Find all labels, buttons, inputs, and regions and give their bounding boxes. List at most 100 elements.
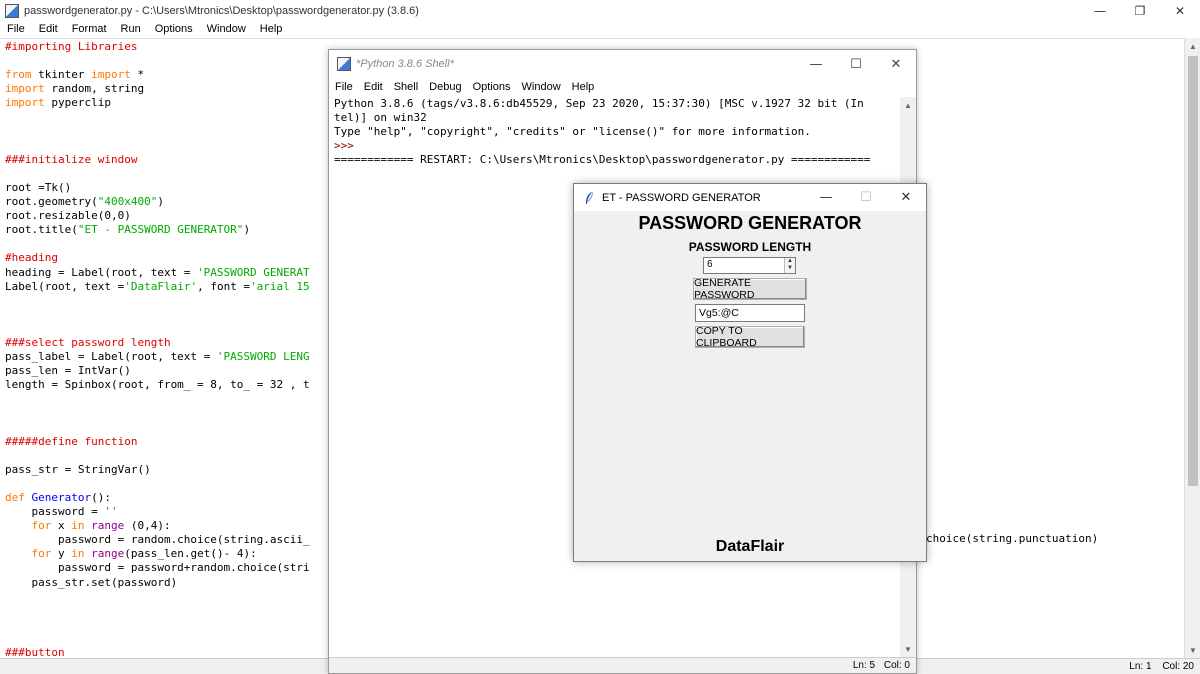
code-token: y (51, 547, 72, 561)
code-line: from tkinter import * (5, 68, 310, 82)
shell-menu-help[interactable]: Help (566, 81, 600, 93)
shell-maximize-button[interactable]: ☐ (836, 50, 876, 78)
shell-menu-shell[interactable]: Shell (388, 81, 423, 93)
shell-scroll-up-icon[interactable]: ▲ (900, 97, 916, 113)
app-titlebar[interactable]: ET - PASSWORD GENERATOR — ☐ ✕ (574, 184, 926, 211)
code-line: ###button (5, 646, 310, 658)
code-token: , font = (197, 279, 251, 293)
shell-title: *Python 3.8.6 Shell* (356, 58, 454, 70)
code-token: import (91, 68, 131, 82)
menu-format[interactable]: Format (65, 23, 114, 35)
code-line: password = '' (5, 505, 310, 519)
code-token: range (91, 519, 125, 533)
code-line: pass_label = Label(root, text = 'PASSWOR… (5, 350, 310, 364)
shell-menu-debug[interactable]: Debug (423, 81, 466, 93)
code-line: for y in range(pass_len.get()- 4): (5, 547, 310, 561)
app-title: ET - PASSWORD GENERATOR (602, 191, 761, 204)
spinbox-arrows-icon[interactable]: ▲ ▼ (784, 258, 795, 273)
code-line: ###initialize window (5, 153, 310, 167)
shell-menubar: File Edit Shell Debug Options Window Hel… (329, 78, 916, 96)
code-token: 'PASSWORD GENERAT (197, 265, 310, 279)
close-button[interactable]: ✕ (1160, 0, 1200, 21)
menu-edit[interactable]: Edit (32, 23, 65, 35)
editor-scrollbar[interactable]: ▲ ▼ (1184, 38, 1200, 658)
restore-button[interactable]: ❐ (1120, 0, 1160, 21)
scrollbar-thumb[interactable] (1188, 56, 1198, 486)
code-token: for (31, 547, 52, 561)
shell-menu-window[interactable]: Window (516, 81, 566, 93)
copy-to-clipboard-button[interactable]: COPY TO CLIPBOARD (695, 325, 805, 349)
menu-file[interactable]: File (0, 23, 32, 35)
code-token: password = (5, 505, 105, 519)
minimize-button[interactable]: — (1080, 0, 1120, 21)
password-length-spinbox[interactable]: 6 ▲ ▼ (703, 257, 796, 274)
code-text: #importing Libraries from tkinter import… (5, 40, 310, 658)
shell-output[interactable]: Python 3.8.6 (tags/v3.8.6:db45529, Sep 2… (334, 97, 900, 167)
shell-close-button[interactable]: ✕ (876, 50, 916, 78)
code-line: Label(root, text ='DataFlair', font ='ar… (5, 280, 310, 294)
app-close-button[interactable]: ✕ (886, 184, 926, 211)
code-token: "400x400" (97, 195, 158, 209)
app-minimize-button[interactable]: — (806, 184, 846, 211)
generate-password-button[interactable]: GENERATE PASSWORD (693, 277, 807, 301)
menu-help[interactable]: Help (253, 23, 290, 35)
editor-title: passwordgenerator.py - C:\Users\Mtronics… (24, 4, 419, 17)
code-token: range (91, 547, 125, 561)
password-length-label: PASSWORD LENGTH (688, 240, 812, 254)
editor-col-indicator: Col: 20 (1162, 661, 1194, 672)
code-token: #heading (5, 251, 58, 265)
code-token: Generator (31, 491, 92, 504)
code-token: root =Tk() (5, 180, 72, 194)
code-line: import random, string (5, 82, 310, 96)
code-token: root.resizable(0,0) (5, 209, 131, 223)
code-token: 'arial 15 (250, 279, 310, 293)
editor-titlebar[interactable]: passwordgenerator.py - C:\Users\Mtronics… (0, 0, 1200, 21)
code-token: pass_label = Label(root, text = (5, 350, 217, 364)
shell-scroll-down-icon[interactable]: ▼ (900, 641, 916, 657)
code-token: 'PASSWORD LENG (216, 350, 310, 364)
password-output-field[interactable]: Vg5:@C (695, 304, 805, 322)
password-length-value: 6 (707, 259, 713, 270)
menu-window[interactable]: Window (200, 23, 253, 35)
shell-line-indicator: Ln: 5 (852, 660, 876, 671)
code-token: ) (243, 223, 251, 237)
code-token: root.geometry( (5, 195, 98, 209)
code-line: heading = Label(root, text = 'PASSWORD G… (5, 266, 310, 280)
code-line: password = password+random.choice(stri (5, 561, 310, 575)
code-token: '' (104, 505, 118, 519)
menu-run[interactable]: Run (114, 23, 148, 35)
shell-minimize-button[interactable]: — (796, 50, 836, 78)
code-line: pass_len = IntVar() (5, 364, 310, 378)
code-line: pass_str = StringVar() (5, 463, 310, 477)
code-token: from (5, 68, 32, 82)
shell-line: Type "help", "copyright", "credits" or "… (334, 125, 811, 139)
shell-menu-edit[interactable]: Edit (358, 81, 388, 93)
code-token: x (51, 519, 72, 533)
code-line: import pyperclip (5, 96, 310, 110)
code-token: root.title( (5, 223, 78, 237)
code-token: (0,4): (124, 519, 171, 533)
shell-menu-options[interactable]: Options (467, 81, 516, 93)
brand-label: DataFlair (715, 538, 785, 555)
shell-titlebar[interactable]: *Python 3.8.6 Shell* — ☐ ✕ (329, 50, 916, 78)
scroll-up-icon[interactable]: ▲ (1185, 38, 1200, 54)
menu-options[interactable]: Options (148, 23, 200, 35)
code-token: for (31, 519, 52, 533)
code-overflow-text: choice(string.punctuation) (926, 532, 1099, 545)
code-token: password = password+random.choice(stri (5, 561, 310, 575)
shell-menu-file[interactable]: File (329, 81, 358, 93)
code-token: #####define function (5, 434, 138, 448)
scroll-down-icon[interactable]: ▼ (1185, 642, 1200, 658)
code-token: def (5, 491, 25, 504)
